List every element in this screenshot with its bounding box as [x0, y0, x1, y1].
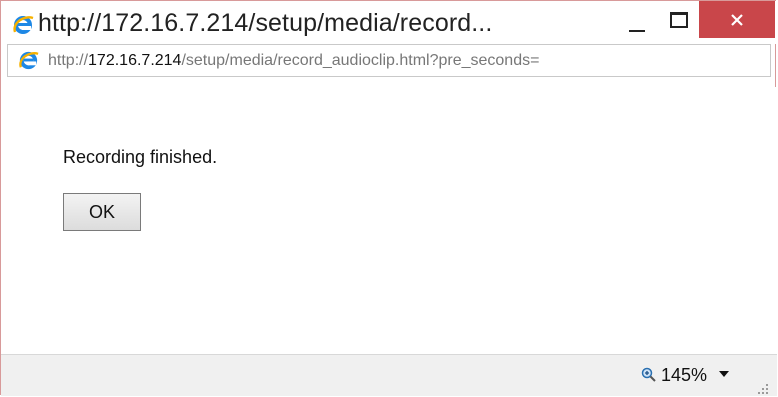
- ok-button[interactable]: OK: [63, 193, 141, 231]
- url-text[interactable]: http://172.16.7.214/setup/media/record_a…: [48, 52, 539, 70]
- browser-popup-window: http://172.16.7.214/setup/media/record..…: [0, 0, 777, 396]
- chevron-down-icon[interactable]: [719, 371, 729, 377]
- minimize-button[interactable]: [618, 1, 656, 37]
- address-bar[interactable]: http://172.16.7.214/setup/media/record_a…: [7, 44, 771, 77]
- url-prefix: http://: [48, 52, 89, 69]
- close-button[interactable]: [699, 1, 775, 38]
- maximize-button[interactable]: [659, 1, 697, 37]
- page-content: Recording finished. OK: [1, 87, 777, 354]
- status-message: Recording finished.: [63, 147, 218, 167]
- ie-icon: [19, 51, 39, 70]
- zoom-icon[interactable]: [641, 367, 657, 383]
- status-bar: 145%: [1, 354, 777, 396]
- url-host: 172.16.7.214: [88, 52, 182, 69]
- zoom-level[interactable]: 145%: [661, 365, 707, 386]
- title-bar[interactable]: http://172.16.7.214/setup/media/record..…: [1, 1, 777, 44]
- window-title: http://172.16.7.214/setup/media/record..…: [38, 9, 493, 37]
- resize-grip-icon[interactable]: [757, 383, 769, 395]
- ie-icon: [13, 16, 34, 34]
- close-icon: [731, 13, 743, 26]
- url-path: /setup/media/record_audioclip.html?pre_s…: [181, 52, 540, 69]
